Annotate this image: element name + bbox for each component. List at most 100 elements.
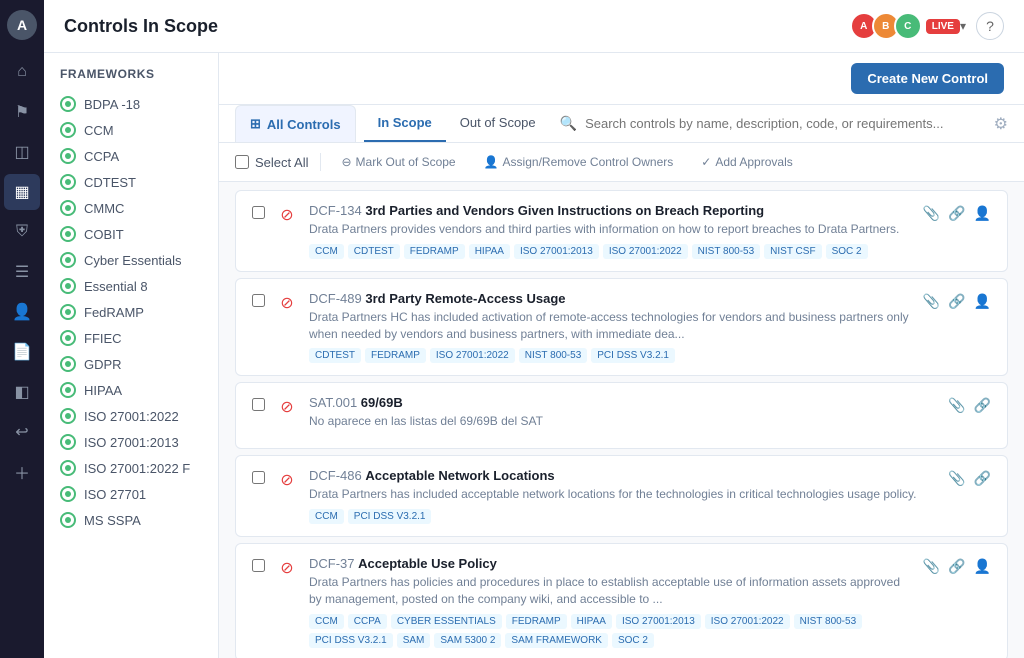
- sidebar-header: Frameworks: [44, 67, 218, 91]
- app-logo[interactable]: A: [7, 10, 37, 40]
- toolbar-divider: [320, 153, 321, 171]
- framework-label: HIPAA: [84, 383, 122, 398]
- user-icon[interactable]: 👤: [974, 205, 991, 222]
- framework-label: CCM: [84, 123, 114, 138]
- tag: FEDRAMP: [365, 348, 426, 363]
- content-area: Frameworks BDPA -18CCMCCPACDTESTCMMCCOBI…: [44, 53, 1024, 658]
- link-icon[interactable]: 🔗: [948, 558, 965, 575]
- control-item: ⊘ DCF-486 Acceptable Network Locations D…: [235, 455, 1008, 537]
- sidebar-item-iso-27701[interactable]: ISO 27701: [44, 481, 218, 507]
- tag-list: CCMCCPACYBER ESSENTIALSFEDRAMPHIPAAISO 2…: [309, 614, 911, 648]
- framework-icon: [60, 278, 76, 294]
- sidebar-item-cobit[interactable]: COBIT: [44, 221, 218, 247]
- framework-icon: [60, 330, 76, 346]
- select-all-checkbox[interactable]: [235, 155, 249, 169]
- control-checkbox[interactable]: [252, 206, 265, 219]
- tab-in-scope[interactable]: In Scope: [364, 105, 446, 142]
- sidebar-item-bdpa--18[interactable]: BDPA -18: [44, 91, 218, 117]
- nav-layers[interactable]: ◧: [4, 374, 40, 410]
- control-body: DCF-486 Acceptable Network Locations Dra…: [309, 468, 936, 524]
- nav-grid[interactable]: ▦: [4, 174, 40, 210]
- sidebar-item-iso-27001-2013[interactable]: ISO 27001:2013: [44, 429, 218, 455]
- assign-remove-button[interactable]: 👤 Assign/Remove Control Owners: [476, 151, 682, 173]
- nav-home[interactable]: ⌂: [4, 54, 40, 90]
- link-icon[interactable]: 🔗: [948, 293, 965, 310]
- framework-icon: [60, 226, 76, 242]
- nav-flag[interactable]: ⚑: [4, 94, 40, 130]
- tag: CCM: [309, 244, 344, 259]
- create-new-control-button[interactable]: Create New Control: [851, 63, 1004, 94]
- framework-icon: [60, 512, 76, 528]
- sidebar-item-iso-27001-2022[interactable]: ISO 27001:2022: [44, 403, 218, 429]
- control-checkbox[interactable]: [252, 398, 265, 411]
- sidebar-item-ffiec[interactable]: FFIEC: [44, 325, 218, 351]
- user-icon[interactable]: 👤: [974, 558, 991, 575]
- tag: CCPA: [348, 614, 387, 629]
- clip-icon[interactable]: 📎: [923, 558, 940, 575]
- framework-icon: [60, 356, 76, 372]
- control-checkbox[interactable]: [252, 559, 265, 572]
- framework-icon: [60, 148, 76, 164]
- help-button[interactable]: ?: [976, 12, 1004, 40]
- clip-icon[interactable]: 📎: [948, 470, 965, 487]
- framework-label: ISO 27701: [84, 487, 146, 502]
- clip-icon[interactable]: 📎: [923, 293, 940, 310]
- framework-label: ISO 27001:2022 F: [84, 461, 190, 476]
- control-title: DCF-486 Acceptable Network Locations: [309, 468, 936, 483]
- sidebar-item-ccm[interactable]: CCM: [44, 117, 218, 143]
- sidebar-item-ms-sspa[interactable]: MS SSPA: [44, 507, 218, 533]
- control-checkbox[interactable]: [252, 294, 265, 307]
- sidebar-item-essential-8[interactable]: Essential 8: [44, 273, 218, 299]
- sidebar-item-cmmc[interactable]: CMMC: [44, 195, 218, 221]
- sidebar-item-ccpa[interactable]: CCPA: [44, 143, 218, 169]
- sidebar-item-iso-27001-2022-f[interactable]: ISO 27001:2022 F: [44, 455, 218, 481]
- control-id: DCF-489: [309, 291, 365, 306]
- tag-list: CDTESTFEDRAMPISO 27001:2022NIST 800-53PC…: [309, 348, 911, 363]
- control-name[interactable]: 3rd Party Remote-Access Usage: [365, 291, 565, 306]
- select-all-label[interactable]: Select All: [235, 155, 308, 170]
- control-actions: 📎 🔗 👤: [923, 205, 991, 222]
- nav-file[interactable]: 📄: [4, 334, 40, 370]
- nav-chart[interactable]: ◫: [4, 134, 40, 170]
- control-name[interactable]: 3rd Parties and Vendors Given Instructio…: [365, 203, 764, 218]
- control-title: DCF-134 3rd Parties and Vendors Given In…: [309, 203, 911, 218]
- search-input[interactable]: [585, 116, 984, 131]
- settings-button[interactable]: ⚙: [994, 114, 1008, 134]
- sidebar-item-fedramp[interactable]: FedRAMP: [44, 299, 218, 325]
- framework-label: CCPA: [84, 149, 119, 164]
- control-title: SAT.001 69/69B: [309, 395, 936, 410]
- add-approvals-button[interactable]: ✓ Add Approvals: [693, 151, 800, 173]
- control-status-icon: ⊘: [277, 397, 297, 417]
- framework-label: BDPA -18: [84, 97, 140, 112]
- tab-all-controls[interactable]: ⊞ All Controls: [235, 105, 356, 142]
- nav-shield[interactable]: ⛨: [4, 214, 40, 250]
- sidebar-item-hipaa[interactable]: HIPAA: [44, 377, 218, 403]
- tag: PCI DSS V3.2.1: [591, 348, 675, 363]
- nav-user[interactable]: 👤: [4, 294, 40, 330]
- control-name[interactable]: Acceptable Use Policy: [358, 556, 497, 571]
- nav-list[interactable]: ☰: [4, 254, 40, 290]
- avatar-dropdown-button[interactable]: ▾: [960, 19, 966, 33]
- control-checkbox[interactable]: [252, 471, 265, 484]
- control-name[interactable]: Acceptable Network Locations: [365, 468, 554, 483]
- clip-icon[interactable]: 📎: [948, 397, 965, 414]
- all-controls-icon: ⊞: [250, 116, 261, 132]
- user-icon[interactable]: 👤: [974, 293, 991, 310]
- tab-out-of-scope[interactable]: Out of Scope: [446, 105, 550, 142]
- nav-add[interactable]: ＋: [4, 454, 40, 490]
- mark-out-of-scope-button[interactable]: ⊖ Mark Out of Scope: [333, 151, 463, 173]
- sidebar-item-gdpr[interactable]: GDPR: [44, 351, 218, 377]
- link-icon[interactable]: 🔗: [948, 205, 965, 222]
- framework-icon: [60, 408, 76, 424]
- nav-signout[interactable]: ↩: [4, 414, 40, 450]
- sidebar-item-cyber-essentials[interactable]: Cyber Essentials: [44, 247, 218, 273]
- control-name[interactable]: 69/69B: [361, 395, 403, 410]
- link-icon[interactable]: 🔗: [974, 397, 991, 414]
- tag: SOC 2: [612, 633, 654, 648]
- live-badge: LIVE: [926, 19, 960, 34]
- controls-list: ⊘ DCF-134 3rd Parties and Vendors Given …: [219, 182, 1024, 658]
- tag: CDTEST: [309, 348, 361, 363]
- clip-icon[interactable]: 📎: [923, 205, 940, 222]
- link-icon[interactable]: 🔗: [974, 470, 991, 487]
- sidebar-item-cdtest[interactable]: CDTEST: [44, 169, 218, 195]
